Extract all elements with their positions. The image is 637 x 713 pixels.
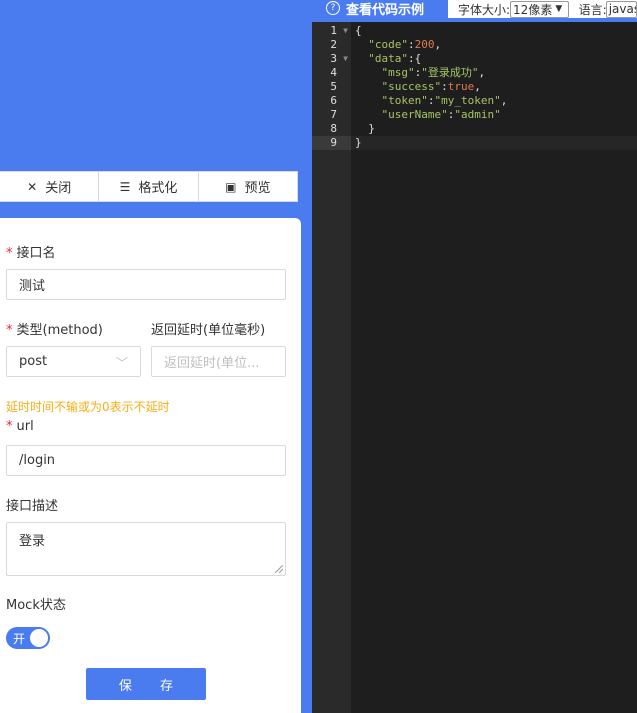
chevron-down-icon: ▼ (555, 4, 563, 14)
line-number: 9 (312, 136, 351, 150)
desc-field-label: 接口描述 (6, 499, 59, 514)
code-line: "msg":"登录成功", (381, 66, 486, 79)
close-icon: ✕ (27, 179, 38, 194)
code-line: "data":{ (368, 52, 422, 65)
url-input[interactable]: /login (6, 445, 286, 476)
type-field-label: * 类型(method) (6, 323, 103, 338)
delay-hint: 延时时间不输或为0表示不延时 (6, 400, 170, 414)
camera-icon: ▣ (225, 179, 237, 194)
editor-gutter: 1 ▼ 2 3 ▼ 4 5 6 7 8 9 (312, 22, 351, 713)
language-label: 语言: (578, 2, 607, 17)
code-line: { (355, 24, 362, 37)
form-panel: * 接口名 测试 * 类型(method) 返回延时(单位毫秒) post ﹀ 返回… (0, 218, 301, 713)
mock-status-label: Mock状态 (6, 598, 66, 613)
code-line: } (355, 122, 375, 135)
required-mark: * (6, 323, 13, 338)
name-field-label: * 接口名 (6, 246, 56, 261)
line-number: 3 ▼ (330, 52, 348, 66)
toggle-label: 开 (13, 632, 26, 646)
preview-label: 预览 (244, 181, 271, 196)
preview-button[interactable]: ▣ 预览 (199, 172, 297, 201)
line-number: 7 (330, 108, 337, 121)
code-line: "code":200, (368, 38, 442, 51)
font-size-select[interactable]: 12像素 ▼ (510, 0, 569, 18)
code-panel-header: ? 查看代码示例 字体大小: 12像素 ▼ 语言: javas (312, 0, 637, 22)
toolbar: ✕ 关闭 ☰ 格式化 ▣ 预览 (0, 171, 298, 202)
line-number: 5 (330, 80, 337, 93)
name-input[interactable]: 测试 (6, 269, 286, 300)
code-line: "userName":"admin" (381, 108, 501, 121)
code-panel-title: ? 查看代码示例 (326, 0, 424, 18)
save-button[interactable]: 保 存 (86, 668, 206, 700)
description-textarea[interactable]: 登录 (6, 522, 286, 576)
code-line: } (355, 136, 362, 149)
code-line: "success":true, (381, 80, 481, 93)
mock-toggle[interactable]: 开 (6, 627, 50, 649)
toggle-knob (30, 629, 48, 647)
font-size-label: 字体大小: (458, 2, 511, 17)
code-content: { "code":200, "data":{ "msg":"登录成功", "su… (355, 24, 507, 150)
delay-field-label: 返回延时(单位毫秒) (151, 323, 266, 338)
language-select[interactable]: javas (605, 0, 637, 18)
line-number: 4 (330, 66, 337, 79)
resize-handle-icon[interactable] (275, 565, 283, 573)
method-select[interactable]: post ﹀ (6, 346, 141, 377)
line-number: 1 ▼ (330, 24, 348, 38)
question-circle-icon: ? (326, 1, 340, 15)
required-mark: * (6, 246, 13, 261)
indent-icon: ☰ (119, 179, 131, 194)
fold-arrow-icon[interactable]: ▼ (343, 24, 348, 38)
editor-settings: 字体大小: 12像素 ▼ 语言: javas (448, 0, 637, 18)
format-label: 格式化 (138, 181, 178, 196)
url-field-label: * url (6, 419, 34, 434)
line-number: 8 (330, 122, 337, 135)
line-number: 2 (330, 38, 337, 51)
code-editor[interactable]: 1 ▼ 2 3 ▼ 4 5 6 7 8 9 { "code":200, "data":{ "msg"… (312, 22, 637, 713)
required-mark: * (6, 419, 13, 434)
chevron-down-icon: ﹀ (115, 356, 128, 370)
fold-arrow-icon[interactable]: ▼ (343, 52, 348, 66)
close-button[interactable]: ✕ 关闭 (0, 172, 100, 201)
delay-input[interactable]: 返回延时(单位... (151, 346, 286, 377)
close-label: 关闭 (45, 181, 72, 196)
code-line: "token":"my_token", (381, 94, 508, 107)
format-button[interactable]: ☰ 格式化 (99, 172, 199, 201)
line-number: 6 (330, 94, 337, 107)
